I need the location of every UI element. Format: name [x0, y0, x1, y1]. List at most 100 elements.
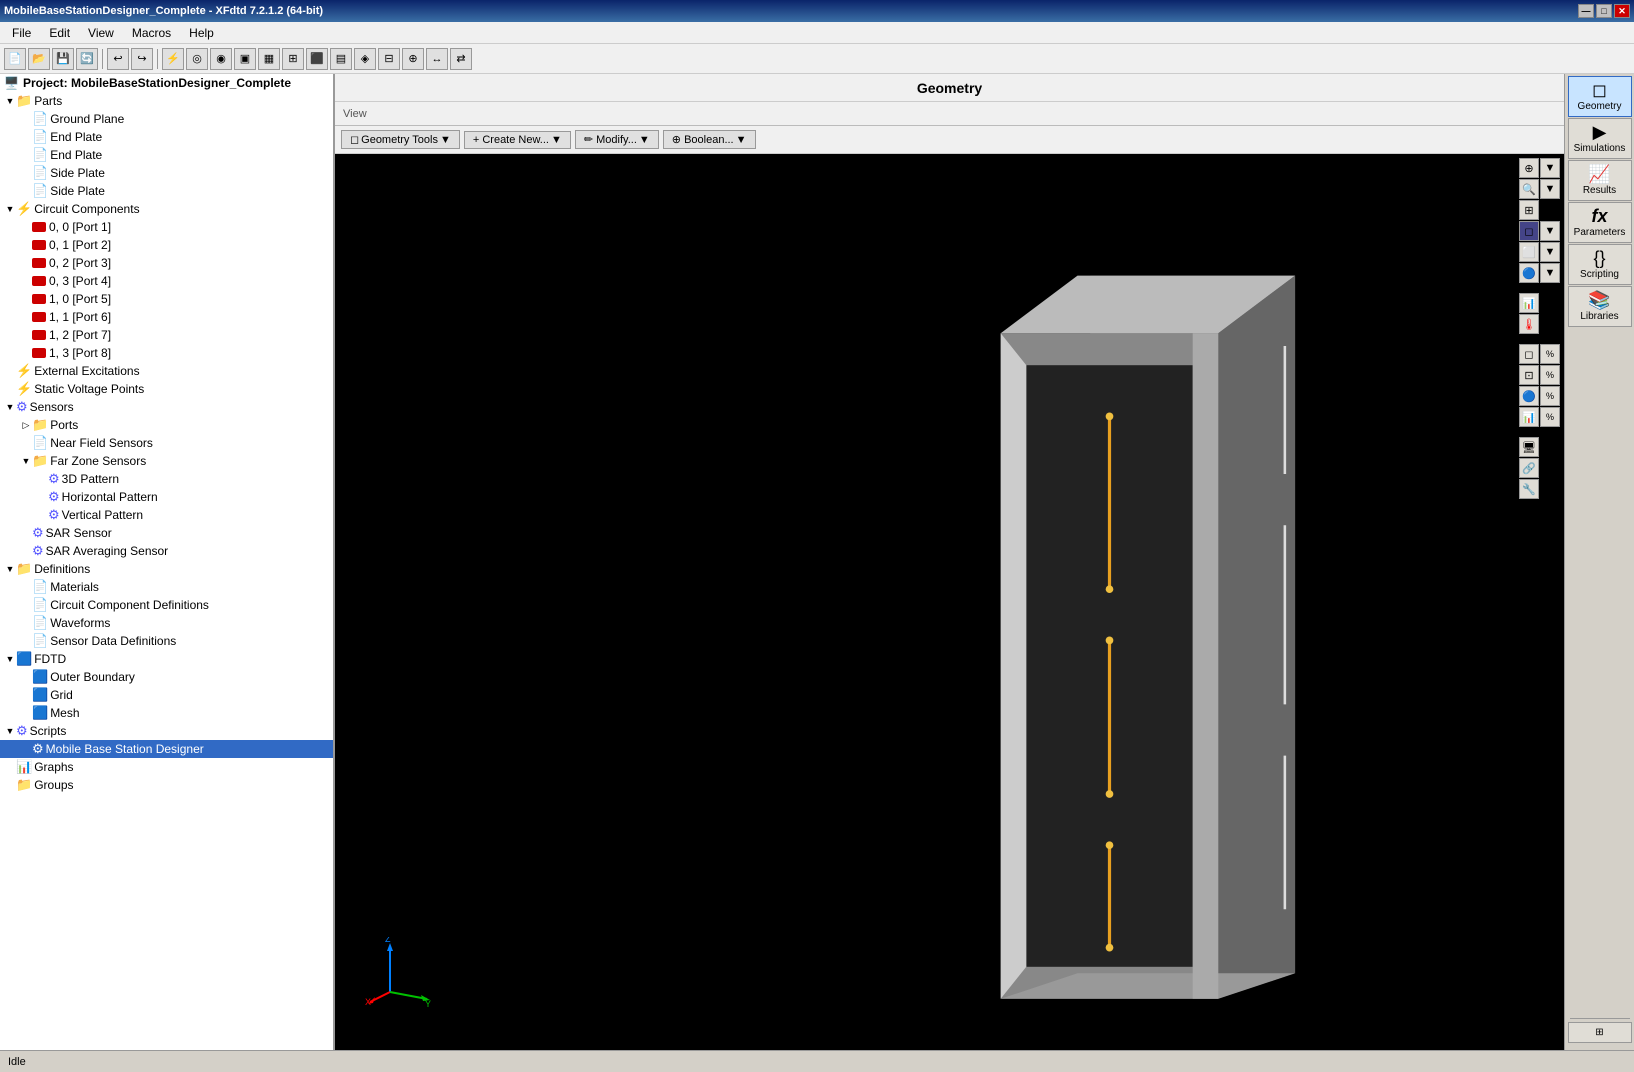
tree-port-1[interactable]: 0, 0 [Port 1] — [0, 218, 333, 236]
tree-sensors[interactable]: ▼ ⚙ Sensors — [0, 398, 333, 416]
vp-chart-btn[interactable]: 📊 — [1519, 293, 1539, 313]
tb12[interactable]: ↔ — [426, 48, 448, 70]
tree-outer-boundary[interactable]: 🟦 Outer Boundary — [0, 668, 333, 686]
vp-dropdown-btn[interactable]: ▼ — [1540, 158, 1560, 178]
tb11[interactable]: ⊕ — [402, 48, 424, 70]
tree-mesh[interactable]: 🟦 Mesh — [0, 704, 333, 722]
tree-port-2[interactable]: 0, 1 [Port 2] — [0, 236, 333, 254]
vp-pct1-btn[interactable]: ◻ — [1519, 344, 1539, 364]
right-results-btn[interactable]: 📈 Results — [1568, 160, 1632, 201]
tree-near-field[interactable]: 📄 Near Field Sensors — [0, 434, 333, 452]
tb2[interactable]: ◎ — [186, 48, 208, 70]
create-new-btn[interactable]: + Create New... ▼ — [464, 131, 571, 149]
close-button[interactable]: ✕ — [1614, 4, 1630, 18]
vp-solid-btn[interactable]: ◻ — [1519, 221, 1539, 241]
def-toggle[interactable]: ▼ — [4, 564, 16, 574]
tb1[interactable]: ⚡ — [162, 48, 184, 70]
scr-toggle[interactable]: ▼ — [4, 726, 16, 736]
geo-viewport[interactable]: Z X Y ⊕ ▼ 🔍 ▼ — [335, 154, 1564, 1050]
vp-shade-dropdown[interactable]: ▼ — [1540, 263, 1560, 283]
vp-wire-dropdown[interactable]: ▼ — [1540, 242, 1560, 262]
tb5[interactable]: ▦ — [258, 48, 280, 70]
vp-zoom-dropdown[interactable]: ▼ — [1540, 179, 1560, 199]
tree-port-5[interactable]: 1, 0 [Port 5] — [0, 290, 333, 308]
tree-side-plate-1[interactable]: 📄 Side Plate — [0, 164, 333, 182]
tree-far-zone[interactable]: ▼ 📁 Far Zone Sensors — [0, 452, 333, 470]
vp-solid-dropdown[interactable]: ▼ — [1540, 221, 1560, 241]
vp-temp-btn[interactable]: 🌡 — [1519, 314, 1539, 334]
vp-screen-btn[interactable]: 🖥 — [1519, 437, 1539, 457]
right-scripting-btn[interactable]: {} Scripting — [1568, 244, 1632, 285]
tree-end-plate-1[interactable]: 📄 End Plate — [0, 128, 333, 146]
tree-port-7[interactable]: 1, 2 [Port 7] — [0, 326, 333, 344]
geometry-tools-btn[interactable]: ◻ Geometry Tools ▼ — [341, 130, 460, 149]
tb8[interactable]: ▤ — [330, 48, 352, 70]
right-bottom-btn1[interactable]: ⊞ — [1568, 1022, 1632, 1043]
vp-wire-btn[interactable]: ⬜ — [1519, 242, 1539, 262]
tree-groups[interactable]: 📁 Groups — [0, 776, 333, 794]
tree-mobile-script[interactable]: ⚙ Mobile Base Station Designer — [0, 740, 333, 758]
tree-port-4[interactable]: 0, 3 [Port 4] — [0, 272, 333, 290]
open-button[interactable]: 📂 — [28, 48, 50, 70]
tree-port-8[interactable]: 1, 3 [Port 8] — [0, 344, 333, 362]
tree-definitions[interactable]: ▼ 📁 Definitions — [0, 560, 333, 578]
redo-button[interactable]: ↪ — [131, 48, 153, 70]
tree-external-excitations[interactable]: ⚡ External Excitations — [0, 362, 333, 380]
tb4[interactable]: ▣ — [234, 48, 256, 70]
right-parameters-btn[interactable]: fx Parameters — [1568, 202, 1632, 243]
vp-view-btn[interactable]: ⊞ — [1519, 200, 1539, 220]
menu-view[interactable]: View — [80, 24, 122, 42]
vp-shade-btn[interactable]: 🔵 — [1519, 263, 1539, 283]
tree-scripts[interactable]: ▼ ⚙ Scripts — [0, 722, 333, 740]
menu-macros[interactable]: Macros — [124, 24, 179, 42]
sens-toggle[interactable]: ▼ — [4, 402, 16, 412]
tree-end-plate-2[interactable]: 📄 End Plate — [0, 146, 333, 164]
vp-nav-btn[interactable]: ⊕ — [1519, 158, 1539, 178]
tb7[interactable]: ⬛ — [306, 48, 328, 70]
tb10[interactable]: ⊟ — [378, 48, 400, 70]
tree-port-3[interactable]: 0, 2 [Port 3] — [0, 254, 333, 272]
tb3[interactable]: ◉ — [210, 48, 232, 70]
tree-materials[interactable]: 📄 Materials — [0, 578, 333, 596]
tree-circuit-defs[interactable]: 📄 Circuit Component Definitions — [0, 596, 333, 614]
tree-vert-pattern[interactable]: ⚙ Vertical Pattern — [0, 506, 333, 524]
tree-port-6[interactable]: 1, 1 [Port 6] — [0, 308, 333, 326]
tree-side-plate-2[interactable]: 📄 Side Plate — [0, 182, 333, 200]
right-geometry-btn[interactable]: ◻ Geometry — [1568, 76, 1632, 117]
tree-3d-pattern[interactable]: ⚙ 3D Pattern — [0, 470, 333, 488]
tree-sar-avg[interactable]: ⚙ SAR Averaging Sensor — [0, 542, 333, 560]
tree-sar-sensor[interactable]: ⚙ SAR Sensor — [0, 524, 333, 542]
tree-waveforms[interactable]: 📄 Waveforms — [0, 614, 333, 632]
tb13[interactable]: ⇄ — [450, 48, 472, 70]
undo-button[interactable]: ↩ — [107, 48, 129, 70]
maximize-button[interactable]: □ — [1596, 4, 1612, 18]
fdtd-toggle[interactable]: ▼ — [4, 654, 16, 664]
right-libraries-btn[interactable]: 📚 Libraries — [1568, 286, 1632, 327]
right-simulations-btn[interactable]: ▶ Simulations — [1568, 118, 1632, 159]
tree-circuit-components[interactable]: ▼ ⚡ Circuit Components — [0, 200, 333, 218]
save-button[interactable]: 💾 — [52, 48, 74, 70]
menu-edit[interactable]: Edit — [41, 24, 78, 42]
minimize-button[interactable]: — — [1578, 4, 1594, 18]
tree-sensor-data-defs[interactable]: 📄 Sensor Data Definitions — [0, 632, 333, 650]
vp-pct2-btn[interactable]: ⊡ — [1519, 365, 1539, 385]
tree-parts[interactable]: ▼ 📁 Parts — [0, 92, 333, 110]
menu-help[interactable]: Help — [181, 24, 222, 42]
tree-ports-folder[interactable]: ▷ 📁 Ports — [0, 416, 333, 434]
vp-link-btn[interactable]: 🔗 — [1519, 458, 1539, 478]
modify-btn[interactable]: ✏ Modify... ▼ — [575, 130, 659, 149]
vp-zoom-btn[interactable]: 🔍 — [1519, 179, 1539, 199]
tree-horiz-pattern[interactable]: ⚙ Horizontal Pattern — [0, 488, 333, 506]
parts-toggle[interactable]: ▼ — [4, 96, 16, 106]
tree-ground-plane[interactable]: 📄 Ground Plane — [0, 110, 333, 128]
vp-wrench-btn[interactable]: 🔧 — [1519, 479, 1539, 499]
tree-graphs[interactable]: 📊 Graphs — [0, 758, 333, 776]
menu-file[interactable]: File — [4, 24, 39, 42]
window-controls[interactable]: — □ ✕ — [1578, 4, 1630, 18]
pf-toggle[interactable]: ▷ — [20, 420, 32, 431]
fz-toggle[interactable]: ▼ — [20, 456, 32, 466]
vp-pct4-btn[interactable]: 📊 — [1519, 407, 1539, 427]
tree-grid[interactable]: 🟦 Grid — [0, 686, 333, 704]
tree-fdtd[interactable]: ▼ 🟦 FDTD — [0, 650, 333, 668]
cc-toggle[interactable]: ▼ — [4, 204, 16, 214]
